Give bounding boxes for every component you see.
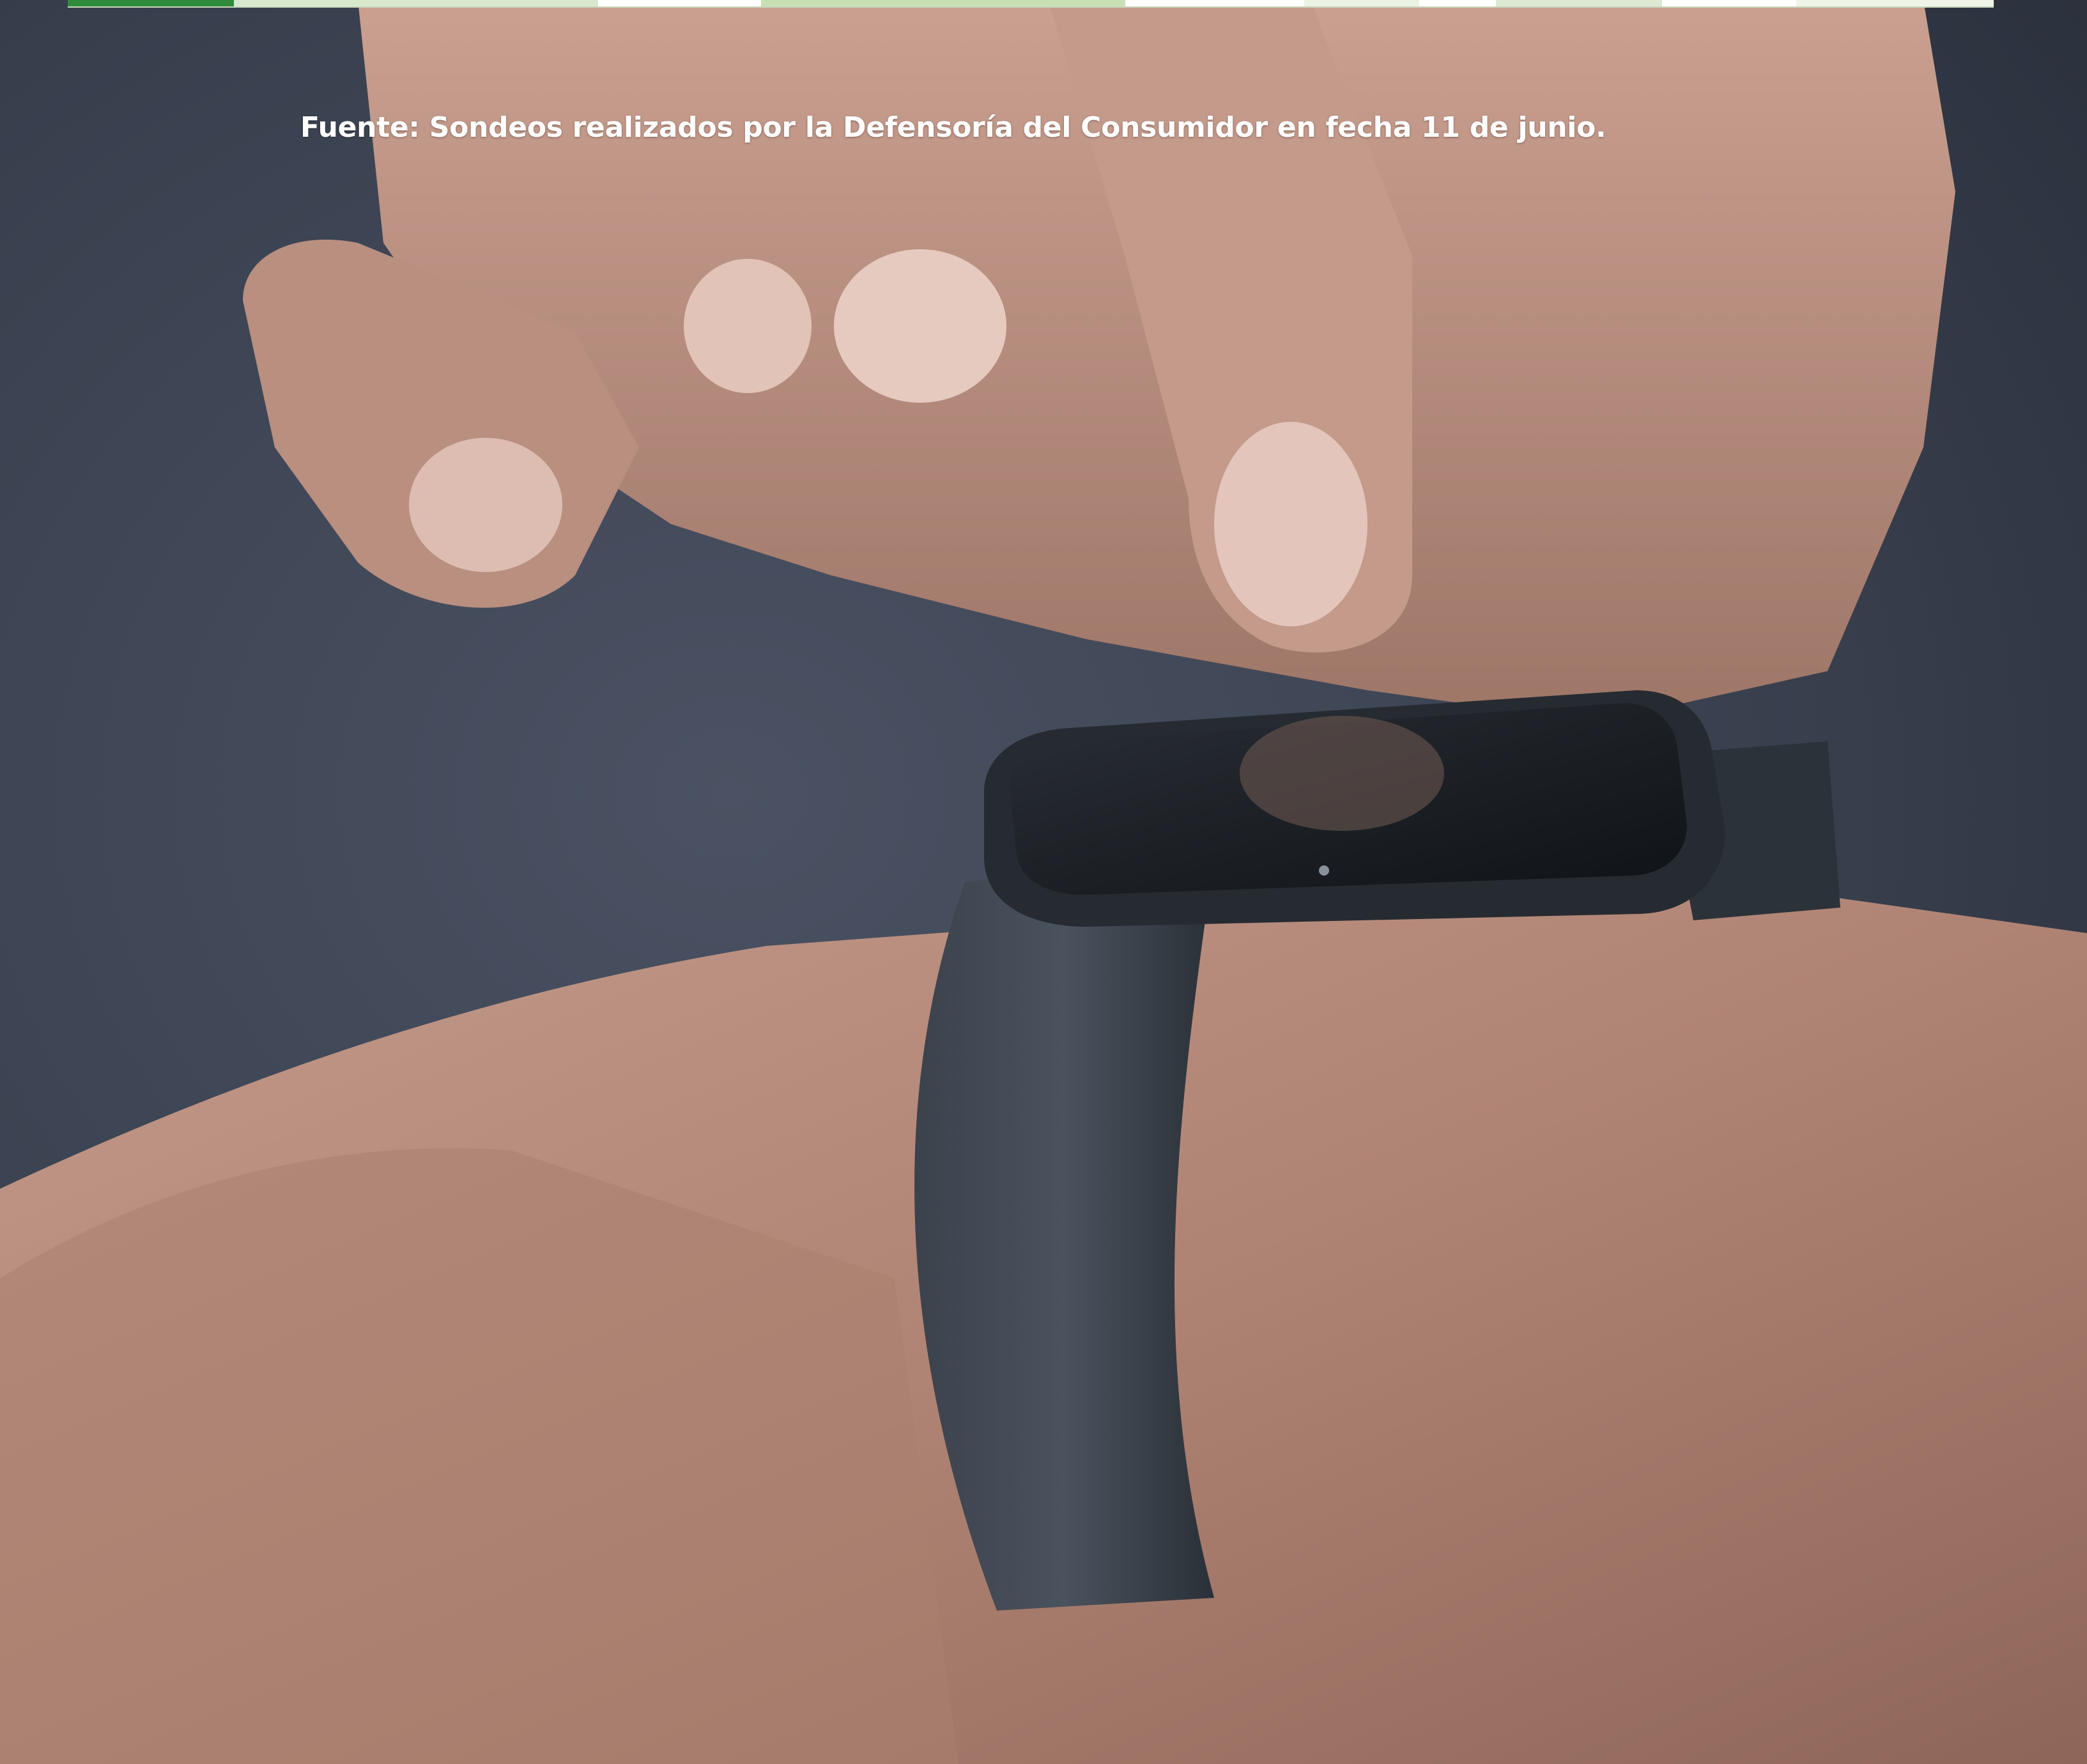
table-cell <box>234 0 598 6</box>
smartwatch-photo <box>0 0 2087 1764</box>
table-cell <box>1662 0 1796 6</box>
table-cell <box>1125 0 1304 6</box>
table-cell-accent <box>68 0 234 6</box>
table-cell <box>1304 0 1419 6</box>
table-cell <box>1496 0 1662 6</box>
table-cell <box>598 0 761 6</box>
source-note: Fuente: Sondeos realizados por la Defens… <box>300 111 1606 144</box>
page: Fuente: Sondeos realizados por la Defens… <box>0 0 2087 1764</box>
table-cell <box>761 0 1125 6</box>
table-cell <box>1419 0 1496 6</box>
table-bottom-edge <box>68 0 1994 8</box>
table-cell <box>1796 0 1994 6</box>
